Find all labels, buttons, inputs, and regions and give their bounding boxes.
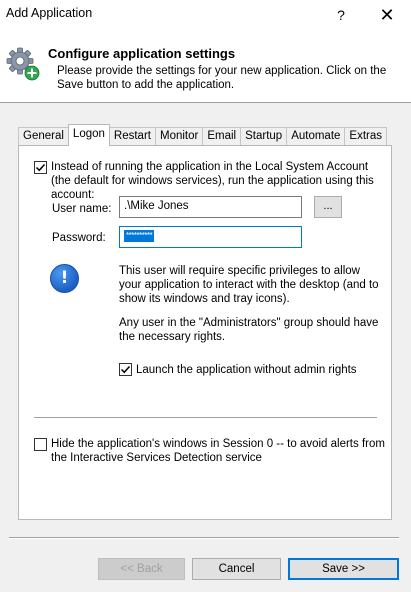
password-label: Password:: [52, 232, 106, 244]
cancel-button[interactable]: Cancel: [192, 558, 281, 580]
hide-session0-checkbox[interactable]: [34, 438, 47, 451]
header-title: Configure application settings: [48, 46, 236, 61]
tab-extras[interactable]: Extras: [344, 127, 388, 146]
password-masked-value: **********: [124, 230, 155, 242]
info-text-administrators: Any user in the "Administrators" group s…: [119, 317, 379, 343]
tab-strip: General Logon Restart Monitor Email Star…: [18, 124, 388, 146]
tab-email[interactable]: Email: [202, 127, 242, 146]
title-bar: Add Application ? ✕: [0, 0, 411, 30]
tab-logon[interactable]: Logon: [67, 124, 110, 146]
logon-tab-panel: Instead of running the application in th…: [18, 145, 392, 520]
header-description: Please provide the settings for your new…: [57, 65, 387, 91]
run-as-account-checkbox[interactable]: [34, 161, 47, 174]
tab-monitor[interactable]: Monitor: [154, 127, 204, 146]
hide-session0-label: Hide the application's windows in Sessio…: [51, 438, 385, 464]
info-icon: !: [50, 264, 79, 293]
help-button[interactable]: ?: [318, 0, 364, 30]
checkmark-icon: [35, 163, 46, 172]
dialog-header: Configure application settings Please pr…: [0, 30, 411, 103]
username-input[interactable]: .\Mike Jones: [119, 196, 302, 218]
window-title: Add Application: [6, 6, 93, 20]
close-button[interactable]: ✕: [364, 0, 410, 30]
browse-user-button[interactable]: ...: [314, 196, 342, 218]
back-button[interactable]: << Back: [98, 558, 185, 580]
tab-restart[interactable]: Restart: [108, 127, 156, 146]
launch-without-admin-label: Launch the application without admin rig…: [136, 364, 357, 376]
gear-add-icon: [6, 47, 40, 81]
username-label: User name:: [52, 203, 112, 215]
password-input[interactable]: **********: [119, 226, 302, 248]
tab-startup[interactable]: Startup: [240, 127, 288, 146]
save-button[interactable]: Save >>: [288, 558, 399, 580]
launch-without-admin-checkbox[interactable]: [119, 363, 132, 376]
tab-general[interactable]: General: [18, 127, 69, 146]
tab-automate[interactable]: Automate: [286, 127, 346, 146]
info-text-privileges: This user will require specific privileg…: [119, 265, 379, 305]
checkmark-icon: [120, 365, 131, 374]
